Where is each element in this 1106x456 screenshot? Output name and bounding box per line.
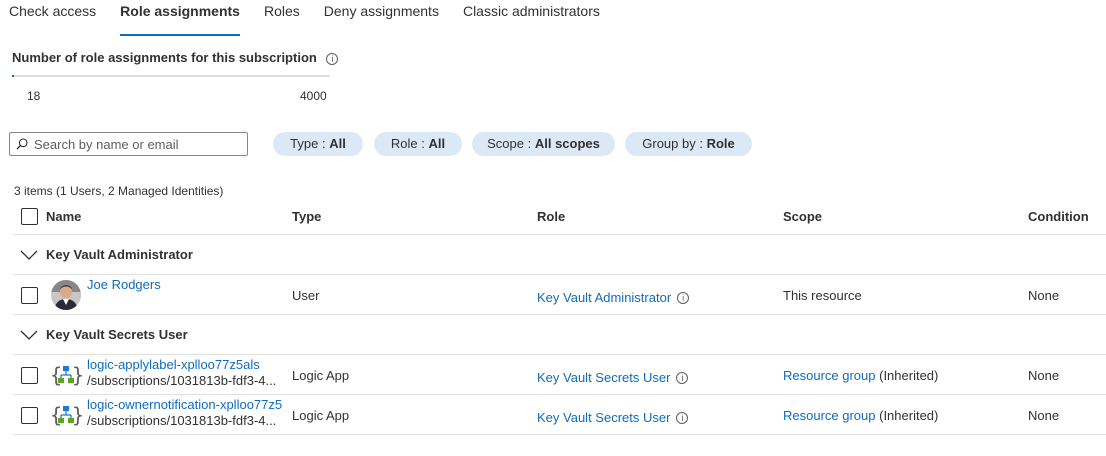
filter-type[interactable]: Type : All (273, 132, 363, 156)
info-icon[interactable]: i (326, 52, 339, 65)
tab-check-access[interactable]: Check access (0, 0, 108, 30)
column-header-condition[interactable]: Condition (1028, 209, 1089, 224)
filter-group-by[interactable]: Group by : Role (625, 132, 752, 156)
svg-text:}: } (72, 363, 82, 387)
role-assignment-count-title: Number of role assignments for this subs… (12, 50, 339, 65)
condition-cell: None (1028, 408, 1060, 423)
role-link[interactable]: Key Vault Secrets User (537, 410, 670, 425)
filter-group-by-key: Group by (642, 136, 696, 151)
logic-app-icon: { } (50, 403, 82, 427)
group-header-key-vault-administrator[interactable]: Key Vault Administrator (20, 247, 193, 262)
scope-inherited-label: (Inherited) (875, 408, 939, 423)
scope-cell: Resource group (Inherited) (783, 368, 938, 383)
filter-type-key: Type (290, 136, 319, 151)
count-title-text: Number of role assignments for this subs… (12, 50, 317, 65)
count-progress-bar (12, 75, 330, 77)
scope-link[interactable]: Resource group (783, 368, 876, 383)
tab-roles[interactable]: Roles (252, 0, 312, 30)
principal-name-link[interactable]: Joe Rodgers (87, 277, 161, 292)
type-cell: Logic App (292, 368, 350, 383)
filter-group-by-value: Role (706, 136, 735, 151)
row-checkbox[interactable] (21, 287, 38, 304)
filter-scope[interactable]: Scope : All scopes (472, 132, 615, 156)
row-checkbox[interactable] (21, 407, 38, 424)
chevron-down-icon (20, 330, 38, 340)
count-current: 18 (27, 89, 41, 103)
divider (14, 394, 1106, 395)
role-cell: Key Vault Secrets User i (537, 410, 689, 425)
principal-subscription-path: /subscriptions/1031813b-fdf3-4... (87, 413, 277, 428)
select-all-checkbox[interactable] (21, 208, 38, 225)
search-input[interactable] (34, 136, 234, 152)
role-link[interactable]: Key Vault Administrator (537, 290, 671, 305)
tab-bar: Check access Role assignments Roles Deny… (0, 0, 612, 36)
group-label: Key Vault Secrets User (46, 327, 188, 342)
divider (14, 434, 1106, 435)
filter-role-key: Role (390, 136, 418, 151)
filter-scope-sep: : (524, 136, 535, 151)
filter-type-value: All (329, 136, 346, 151)
filter-scope-value: All scopes (534, 136, 600, 151)
role-cell: Key Vault Secrets User i (537, 370, 689, 385)
scope-cell: Resource group (Inherited) (783, 408, 938, 423)
group-label: Key Vault Administrator (46, 247, 193, 262)
condition-cell: None (1028, 368, 1060, 383)
filter-group-by-sep: : (695, 136, 707, 151)
group-header-key-vault-secrets-user[interactable]: Key Vault Secrets User (20, 327, 188, 342)
scope-cell: This resource (783, 288, 862, 303)
scope-inherited-label: (Inherited) (875, 368, 939, 383)
info-icon[interactable]: i (677, 291, 690, 304)
row-checkbox[interactable] (21, 367, 38, 384)
condition-cell: None (1028, 288, 1060, 303)
filter-role[interactable]: Role : All (374, 132, 462, 156)
type-cell: Logic App (292, 408, 350, 423)
filter-type-sep: : (318, 136, 330, 151)
items-summary: 3 items (1 Users, 2 Managed Identities) (14, 184, 224, 198)
principal-subscription-path: /subscriptions/1031813b-fdf3-4... (87, 373, 277, 388)
filter-role-value: All (428, 136, 446, 151)
svg-text:{: { (50, 363, 62, 387)
svg-text:}: } (72, 403, 82, 427)
logic-app-icon: { } (50, 363, 82, 387)
info-icon[interactable]: i (676, 371, 689, 384)
role-cell: Key Vault Administrator i (537, 290, 690, 305)
tab-deny-assignments[interactable]: Deny assignments (312, 0, 451, 30)
divider (14, 274, 1106, 275)
filter-role-sep: : (417, 136, 429, 151)
column-header-scope[interactable]: Scope (783, 209, 822, 224)
avatar-image (51, 280, 81, 310)
count-max: 4000 (300, 89, 327, 103)
principal-name-link[interactable]: logic-ownernotification-xplloo77z5 (87, 397, 285, 412)
search-icon (16, 138, 28, 150)
scope-link[interactable]: Resource group (783, 408, 876, 423)
divider (14, 234, 1106, 235)
filter-scope-key: Scope (487, 136, 524, 151)
count-progress-fill (12, 75, 14, 77)
search-box[interactable] (9, 132, 248, 156)
divider (14, 354, 1106, 355)
svg-text:{: { (50, 403, 62, 427)
principal-name-link[interactable]: logic-applylabel-xplloo77z5als (87, 357, 287, 372)
column-header-type[interactable]: Type (292, 209, 321, 224)
column-header-name[interactable]: Name (46, 209, 81, 224)
chevron-down-icon (20, 250, 38, 260)
info-icon[interactable]: i (676, 411, 689, 424)
role-link[interactable]: Key Vault Secrets User (537, 370, 670, 385)
user-avatar (51, 280, 81, 310)
tab-role-assignments[interactable]: Role assignments (108, 0, 252, 36)
tab-classic-administrators[interactable]: Classic administrators (451, 0, 612, 30)
type-cell: User (292, 288, 320, 303)
column-header-role[interactable]: Role (537, 209, 565, 224)
divider (14, 314, 1106, 315)
